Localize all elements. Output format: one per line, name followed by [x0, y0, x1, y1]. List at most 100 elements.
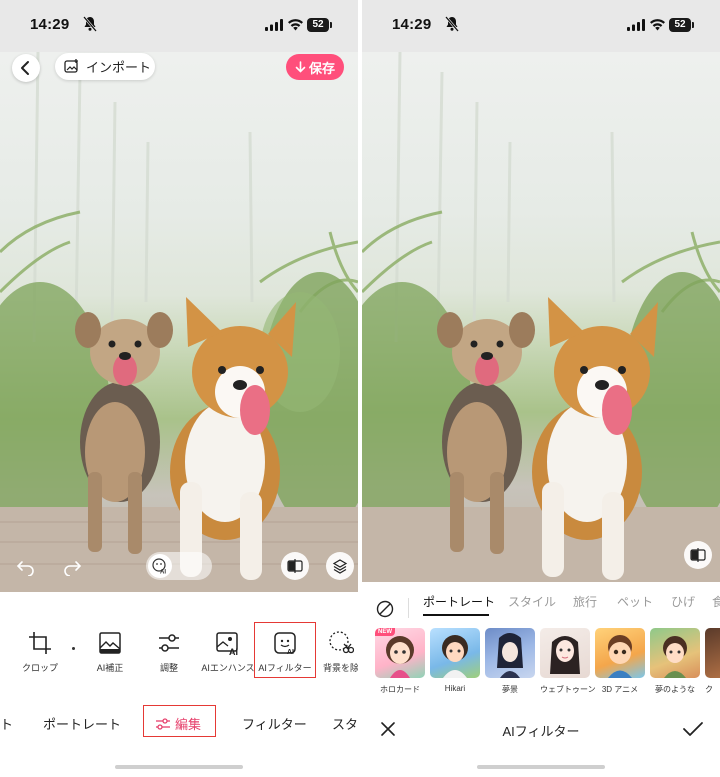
- edit-tools: クロップ AI補正 調整 AI AIエンハンス AI AIフィルター 背景を除: [0, 622, 358, 682]
- tool-crop[interactable]: クロップ: [9, 622, 71, 682]
- image-enhance-icon: [99, 632, 121, 654]
- filter-label: ホロカード: [380, 685, 420, 694]
- ai-toggle-knob: AI: [148, 554, 172, 578]
- battery-indicator: 52: [307, 18, 332, 32]
- edit-panel: クロップ AI補正 調整 AI AIエンハンス AI AIフィルター 背景を除 …: [0, 592, 358, 777]
- tab-filter[interactable]: フィルター: [242, 714, 307, 733]
- scissors-icon: [329, 631, 354, 654]
- home-indicator: [115, 765, 243, 769]
- status-bar: 14:29 52: [0, 0, 358, 52]
- crop-icon: [29, 632, 51, 654]
- filter-preview-image: [650, 628, 700, 678]
- checkmark-icon[interactable]: [682, 721, 704, 737]
- filter-preview-image: [705, 628, 720, 678]
- battery-indicator: 52: [669, 18, 694, 32]
- category-style[interactable]: スタイル: [508, 593, 556, 610]
- filter-label: ウェブトゥーン: [540, 685, 596, 694]
- tool-adjust[interactable]: 調整: [138, 622, 200, 682]
- category-beard[interactable]: ひげ: [671, 593, 695, 610]
- home-indicator: [477, 765, 605, 769]
- bell-muted-icon: [83, 16, 97, 32]
- category-separator: [408, 598, 409, 618]
- tool-label: 調整: [159, 663, 178, 673]
- filter-category-tabs: ポートレート スタイル 旅行 ペット ひげ 食: [362, 590, 720, 618]
- status-bar: 14:29 52: [362, 0, 720, 52]
- filter-thumb[interactable]: ク: [705, 628, 720, 695]
- status-time: 14:29: [30, 16, 70, 33]
- cellular-signal-icon: [627, 19, 645, 31]
- filter-thumb[interactable]: 夢のような: [650, 628, 700, 695]
- redo-icon[interactable]: [62, 558, 82, 576]
- tab-partial-left[interactable]: ト: [0, 714, 13, 733]
- filter-label: Hikari: [444, 684, 466, 693]
- separator-dot: [72, 647, 75, 650]
- filter-label: ク: [705, 685, 713, 694]
- filter-thumb[interactable]: 3D アニメ: [595, 628, 645, 695]
- bell-muted-icon: [445, 16, 459, 32]
- filter-preview-image: [430, 628, 480, 678]
- category-food-partial[interactable]: 食: [712, 593, 720, 610]
- filter-label: 3D アニメ: [601, 685, 639, 694]
- tool-remove-background[interactable]: 背景を除: [310, 622, 358, 682]
- import-label: インポート: [86, 60, 152, 75]
- ai-filter-screen: 14:29 52 ポートレート スタイル 旅行 ペット ひげ 食 NEW ホロカ…: [362, 0, 720, 777]
- compare-icon: [690, 548, 706, 562]
- tool-label: AI補正: [96, 663, 124, 673]
- category-travel[interactable]: 旅行: [573, 593, 597, 610]
- download-arrow-icon: [295, 61, 306, 73]
- filter-preview-image: [595, 628, 645, 678]
- sliders-icon: [159, 634, 179, 652]
- screens: 14:29 52 インポート 保存 AI クロップ AI補正 調整 AI AIエ…: [0, 0, 720, 777]
- save-label: 保存: [308, 60, 335, 76]
- active-category-underline: [423, 614, 489, 616]
- tab-portrait[interactable]: ポートレート: [43, 714, 121, 733]
- dogs-photo: [362, 52, 720, 582]
- filter-thumb[interactable]: ウェブトゥーン: [540, 628, 596, 695]
- dogs-photo: [0, 52, 358, 592]
- chevron-left-icon: [21, 61, 29, 75]
- save-button[interactable]: 保存: [286, 54, 344, 80]
- compare-icon: [287, 559, 303, 573]
- undo-icon[interactable]: [16, 558, 36, 576]
- new-badge: NEW: [375, 628, 395, 636]
- ai-filter-highlight: [254, 622, 316, 678]
- no-filter-icon[interactable]: [376, 600, 394, 618]
- tool-ai-enhance[interactable]: AI AIエンハンス: [197, 622, 259, 682]
- tab-style-partial[interactable]: スタ: [332, 714, 358, 733]
- tool-label: クロップ: [21, 663, 58, 673]
- image-add-icon: [64, 59, 78, 73]
- tool-label: AIエンハンス: [201, 663, 255, 673]
- svg-text:AI: AI: [229, 647, 238, 656]
- compare-button[interactable]: [281, 552, 309, 580]
- import-button[interactable]: インポート: [55, 53, 155, 80]
- cellular-signal-icon: [265, 19, 283, 31]
- svg-text:AI: AI: [160, 570, 166, 576]
- ai-compare-toggle[interactable]: AI: [146, 552, 212, 580]
- filter-preview-image: NEW: [375, 628, 425, 678]
- ai-face-icon: AI: [152, 558, 166, 576]
- ai-enhance-icon: AI: [216, 632, 238, 656]
- filter-thumb[interactable]: 夢景: [485, 628, 535, 695]
- status-time: 14:29: [392, 16, 432, 33]
- wifi-icon: [288, 19, 303, 31]
- photo-canvas[interactable]: [0, 52, 358, 592]
- action-bar-title: AIフィルター: [502, 724, 580, 739]
- ai-filter-panel: ポートレート スタイル 旅行 ペット ひげ 食 NEW ホロカード Hikari…: [362, 582, 720, 777]
- compare-button[interactable]: [684, 541, 712, 569]
- filter-label: 夢のような: [655, 685, 695, 694]
- filter-action-bar: AIフィルター: [362, 712, 720, 746]
- layers-button[interactable]: [326, 552, 354, 580]
- filter-label: 夢景: [502, 685, 518, 694]
- tool-ai-correct[interactable]: AI補正: [79, 622, 141, 682]
- category-portrait[interactable]: ポートレート: [423, 593, 495, 610]
- layers-icon: [332, 559, 348, 574]
- filter-thumb[interactable]: NEW ホロカード: [375, 628, 425, 695]
- photo-canvas[interactable]: [362, 52, 720, 582]
- tool-label: 背景を除: [322, 663, 358, 673]
- filter-preview-image: [540, 628, 590, 678]
- wifi-icon: [650, 19, 665, 31]
- back-button[interactable]: [12, 54, 40, 82]
- category-pet[interactable]: ペット: [617, 593, 653, 610]
- filter-thumb[interactable]: Hikari: [430, 628, 480, 693]
- editor-screen: 14:29 52 インポート 保存 AI クロップ AI補正 調整 AI AIエ…: [0, 0, 358, 777]
